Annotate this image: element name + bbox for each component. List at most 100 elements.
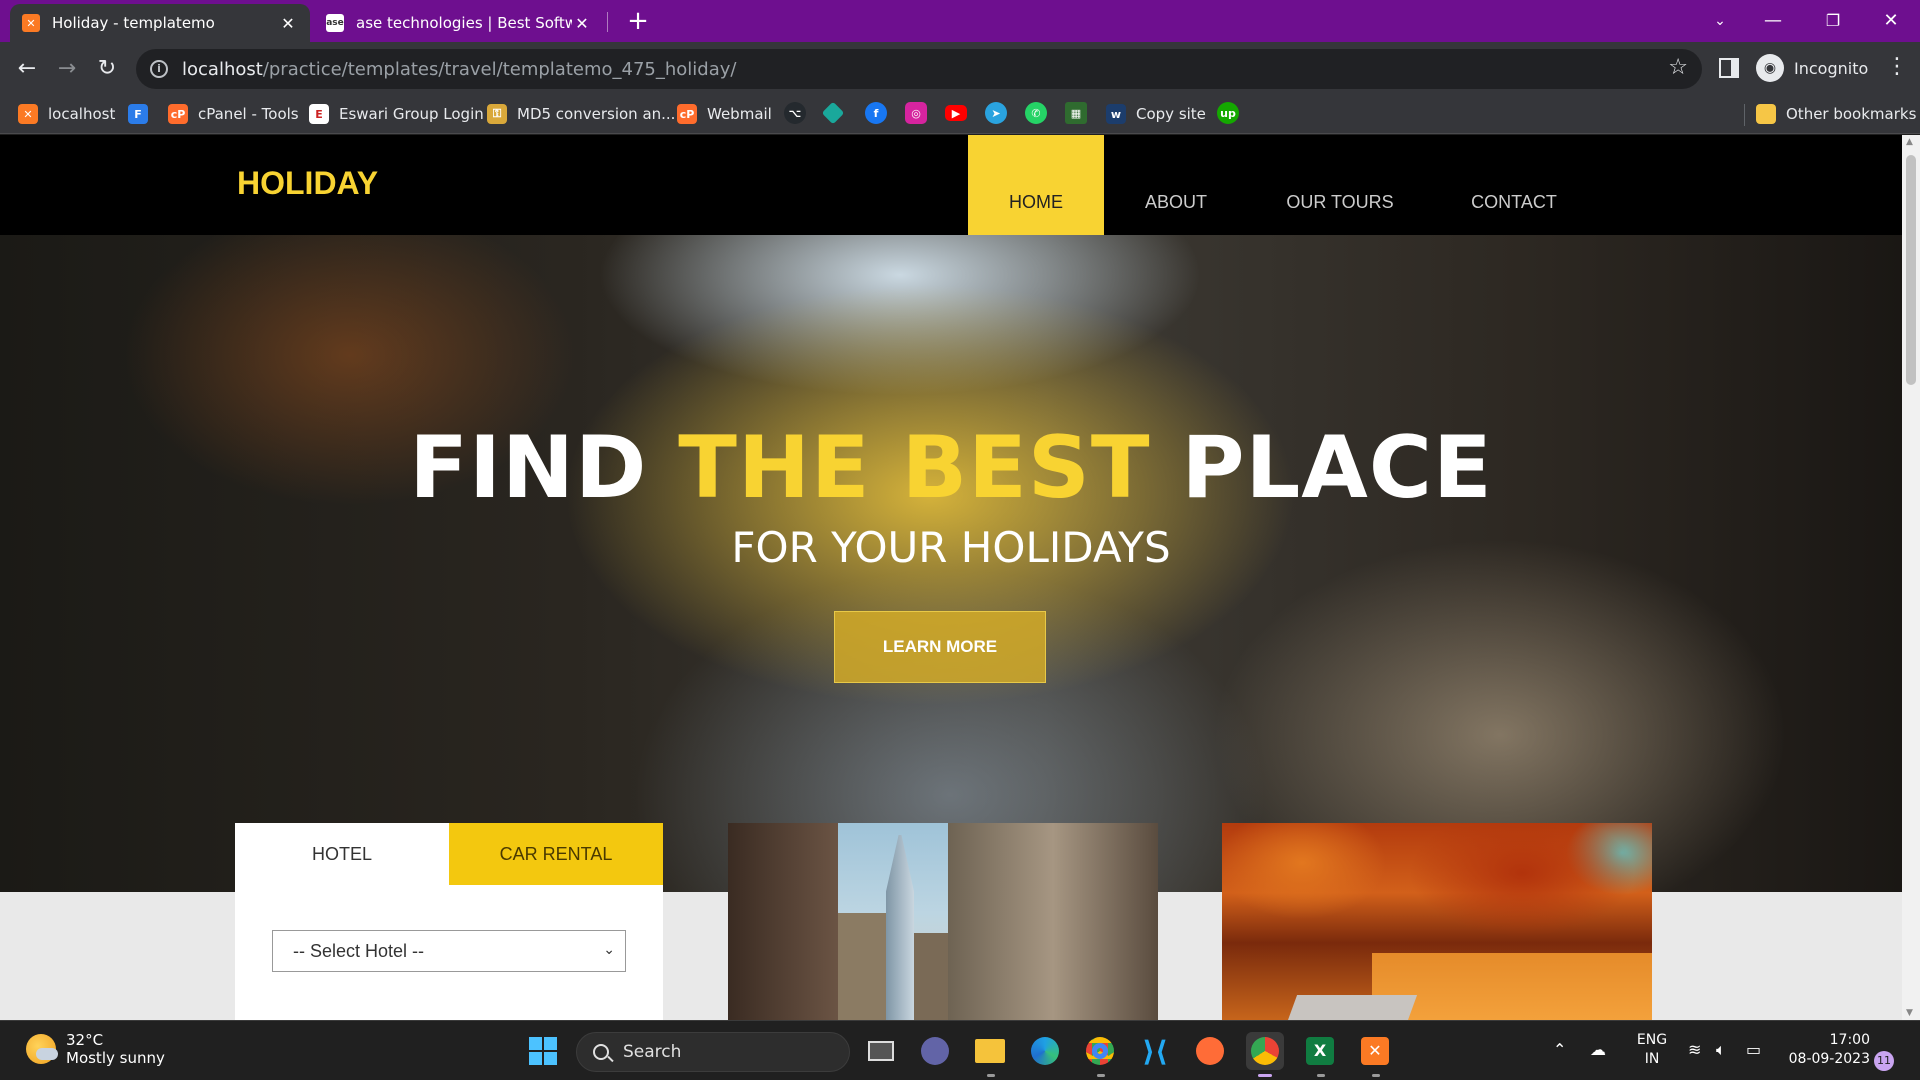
tab-ase[interactable]: ase ase technologies | Best Software ✕	[314, 4, 604, 42]
scrollbar-thumb[interactable]	[1906, 155, 1916, 385]
eswari-icon: E	[309, 104, 329, 124]
search-label: Search	[623, 1042, 682, 1062]
bookmark-label: Other bookmarks	[1786, 105, 1917, 123]
telegram-icon[interactable]: ➤	[985, 102, 1007, 124]
whatsapp-icon[interactable]: ✆	[1025, 102, 1047, 124]
nav-about[interactable]: ABOUT	[1104, 135, 1248, 235]
weather-icon	[26, 1034, 58, 1064]
hero-subtitle: FOR YOUR HOLIDAYS	[731, 523, 1171, 572]
battery-icon[interactable]: ▭	[1746, 1040, 1761, 1059]
xampp-icon: ✕	[22, 14, 40, 32]
cpanel-icon: cP	[168, 104, 188, 124]
hotel-select[interactable]: -- Select Hotel -- ⌄	[272, 930, 626, 972]
tab-search-icon[interactable]: ⌄	[1700, 6, 1740, 36]
bookmark-webmail[interactable]: cP Webmail	[677, 104, 772, 124]
bookmark-star-icon[interactable]: ☆	[1668, 55, 1688, 80]
nav-home[interactable]: HOME	[968, 135, 1104, 235]
clock[interactable]: 17:00 08-09-2023	[1780, 1031, 1870, 1069]
cpanel-icon: cP	[677, 104, 697, 124]
bookmark-md5[interactable]: ⚿ MD5 conversion an...	[487, 104, 675, 124]
github-icon[interactable]: ⌥	[784, 102, 806, 124]
bookmark-copy-site[interactable]: w Copy site	[1106, 104, 1206, 124]
bookmark-cpanel[interactable]: cP cPanel - Tools	[168, 104, 299, 124]
ase-icon: ase	[326, 14, 344, 32]
language-indicator[interactable]: ENG IN	[1632, 1031, 1672, 1069]
running-indicator	[1372, 1074, 1380, 1077]
learn-more-button[interactable]: LEARN MORE	[834, 611, 1046, 683]
address-bar[interactable]: i localhost/practice/templates/travel/te…	[136, 49, 1702, 89]
close-tab-icon[interactable]: ✕	[278, 14, 298, 33]
hero-title: FIND THE BEST PLACE	[409, 418, 1493, 518]
running-indicator	[1097, 1074, 1105, 1077]
chevron-up-icon[interactable]: ⌃	[1553, 1040, 1566, 1059]
url-text[interactable]: localhost/practice/templates/travel/temp…	[182, 59, 736, 80]
incognito-indicator[interactable]: ◉ Incognito	[1756, 54, 1868, 82]
weather-desc: Mostly sunny	[66, 1049, 165, 1067]
new-tab-icon[interactable]: +	[624, 6, 652, 36]
start-icon[interactable]	[524, 1032, 562, 1070]
nav-contact[interactable]: CONTACT	[1432, 135, 1596, 235]
tab-car-rental[interactable]: CAR RENTAL	[449, 823, 663, 885]
booking-panel: HOTEL CAR RENTAL -- Select Hotel -- ⌄	[235, 823, 663, 1020]
weather-widget[interactable]: 32°C Mostly sunny	[26, 1031, 165, 1067]
bookmark-label: localhost	[48, 105, 116, 123]
notification-badge[interactable]: 11	[1874, 1051, 1894, 1071]
xampp-icon[interactable]: ✕	[1356, 1032, 1394, 1070]
side-panel-icon[interactable]	[1719, 58, 1739, 78]
site-header: HOLIDAY HOME ABOUT OUR TOURS CONTACT	[0, 135, 1902, 235]
facebook-icon[interactable]: f	[865, 102, 887, 124]
close-window-icon[interactable]: ✕	[1871, 6, 1911, 36]
site-info-icon[interactable]: i	[150, 60, 168, 78]
w-icon: w	[1106, 104, 1126, 124]
tab-holiday[interactable]: ✕ Holiday - templatemo ✕	[10, 4, 310, 42]
chrome-icon[interactable]	[1081, 1032, 1119, 1070]
chevron-down-icon: ⌄	[603, 941, 615, 957]
nav-our-tours[interactable]: OUR TOURS	[1248, 135, 1432, 235]
running-indicator	[1317, 1074, 1325, 1077]
bookmark-localhost[interactable]: ✕ localhost	[18, 104, 115, 124]
weather-temp: 32°C	[66, 1031, 104, 1049]
tab-hotel[interactable]: HOTEL	[235, 823, 449, 885]
youtube-icon[interactable]: ▶	[945, 105, 967, 121]
excel-icon[interactable]: X	[1301, 1032, 1339, 1070]
restore-icon[interactable]: ❐	[1813, 6, 1853, 36]
page-scrollbar[interactable]: ▲ ▼	[1902, 135, 1920, 1020]
edge-icon[interactable]	[1026, 1032, 1064, 1070]
sheet-icon[interactable]: ▦	[1065, 102, 1087, 124]
menu-icon[interactable]: ⋮	[1886, 54, 1908, 79]
bookmark-f[interactable]: F	[128, 104, 158, 124]
volume-icon[interactable]: 🔈︎	[1716, 1040, 1726, 1060]
tab-strip: ✕ Holiday - templatemo ✕ ase ase technol…	[0, 0, 1920, 42]
bookmark-label: cPanel - Tools	[198, 105, 299, 123]
back-icon[interactable]: ←	[10, 52, 44, 86]
folder-icon	[1756, 104, 1776, 124]
instagram-icon[interactable]: ◎	[905, 102, 927, 124]
hero-section: FIND THE BEST PLACE FOR YOUR HOLIDAYS LE…	[0, 235, 1902, 892]
task-view-icon[interactable]	[862, 1032, 900, 1070]
wifi-icon[interactable]: ≋	[1688, 1040, 1701, 1059]
file-explorer-icon[interactable]	[971, 1032, 1009, 1070]
bookmark-eswari[interactable]: E Eswari Group Login	[309, 104, 484, 124]
forward-icon[interactable]: →	[50, 52, 84, 86]
scroll-down-icon[interactable]: ▼	[1906, 1008, 1913, 1018]
close-tab-icon[interactable]: ✕	[572, 14, 592, 33]
scroll-up-icon[interactable]: ▲	[1906, 137, 1913, 147]
vscode-icon[interactable]: ⟩⟨	[1136, 1032, 1174, 1070]
chrome-incognito-icon[interactable]	[1246, 1032, 1284, 1070]
site-logo[interactable]: HOLIDAY	[237, 165, 378, 202]
onedrive-icon[interactable]: ☁	[1590, 1040, 1606, 1059]
postman-icon[interactable]	[1191, 1032, 1229, 1070]
xampp-icon: ✕	[18, 104, 38, 124]
taskbar-search[interactable]: Search	[576, 1032, 850, 1072]
other-bookmarks[interactable]: Other bookmarks	[1756, 104, 1916, 124]
tab-divider	[607, 12, 608, 32]
teams-icon[interactable]	[916, 1032, 954, 1070]
key-icon: ⚿	[487, 104, 507, 124]
incognito-icon: ◉	[1756, 54, 1784, 82]
upwork-icon[interactable]: up	[1217, 102, 1239, 124]
autumn-park-photo	[1222, 823, 1652, 1020]
minimize-icon[interactable]: —	[1753, 6, 1793, 36]
city-photo	[728, 823, 1158, 1020]
reload-icon[interactable]: ↻	[90, 52, 124, 86]
browser-toolbar: ← → ↻ i localhost/practice/templates/tra…	[0, 42, 1920, 96]
